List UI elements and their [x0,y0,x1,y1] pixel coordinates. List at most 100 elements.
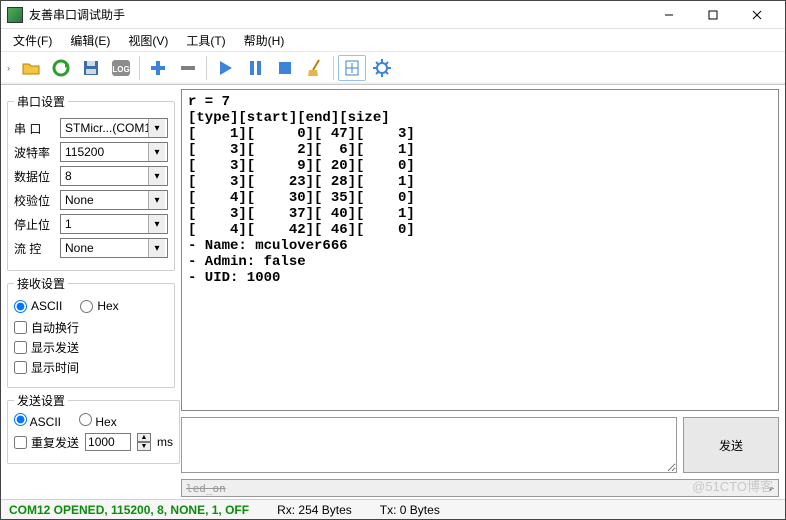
stopbits-value: 1 [65,217,72,231]
flow-label: 流 控 [14,240,54,257]
history-combo[interactable]: led_on [181,479,779,497]
flow-value: None [65,241,94,255]
show-send-option[interactable]: 显示发送 [14,339,168,356]
toolbar-separator [139,56,140,80]
stop-icon [275,58,295,78]
pause-icon [245,58,265,78]
save-icon [81,58,101,78]
window-controls [647,2,779,28]
svg-text:LOG: LOG [112,65,129,74]
menu-help[interactable]: 帮助(H) [238,30,291,51]
rx-ascii-option[interactable]: ASCII [14,299,62,313]
window-title: 友善串口调试助手 [29,6,125,23]
serial-settings-title: 串口设置 [14,93,68,110]
refresh-icon [51,58,71,78]
baud-value: 115200 [65,145,104,159]
tx-hex-option[interactable]: Hex [79,413,117,429]
remove-button[interactable] [174,55,202,81]
auto-wrap-checkbox[interactable] [14,321,27,334]
menu-edit[interactable]: 编辑(E) [64,30,116,51]
flow-combo[interactable]: None [60,238,168,258]
port-value: STMicr...(COM12 [65,121,158,135]
minus-icon [178,58,198,78]
tx-hex-radio[interactable] [79,413,92,426]
history-value: led_on [186,482,226,495]
minimize-icon [664,10,674,20]
right-panel: r = 7 [type][start][end][size] [ 1][ 0][… [181,85,785,501]
open-button[interactable] [17,55,45,81]
log-icon: LOG [110,58,132,78]
databits-value: 8 [65,169,72,183]
play-button[interactable] [211,55,239,81]
broom-icon [305,58,325,78]
databits-label: 数据位 [14,168,54,185]
rx-hex-radio[interactable] [80,300,93,313]
show-time-option[interactable]: 显示时间 [14,359,168,376]
left-panel: 串口设置 串 口 STMicr...(COM12 波特率 115200 数据位 … [1,85,181,501]
receive-settings-title: 接收设置 [14,275,68,292]
repeat-unit: ms [157,435,173,449]
status-rx: Rx: 254 Bytes [277,503,352,517]
databits-combo[interactable]: 8 [60,166,168,186]
close-button[interactable] [735,2,779,28]
baud-label: 波特率 [14,144,54,161]
menu-file[interactable]: 文件(F) [7,30,58,51]
toolbar-separator [206,56,207,80]
port-combo[interactable]: STMicr...(COM12 [60,118,168,138]
autoscroll-button[interactable] [338,55,366,81]
menu-bar: 文件(F) 编辑(E) 视图(V) 工具(T) 帮助(H) [1,29,785,51]
show-time-checkbox[interactable] [14,361,27,374]
stopbits-label: 停止位 [14,216,54,233]
send-settings-title: 发送设置 [14,392,68,409]
close-icon [752,10,762,20]
repeat-send-checkbox[interactable] [14,436,27,449]
status-tx: Tx: 0 Bytes [380,503,440,517]
save-button[interactable] [77,55,105,81]
main-area: 串口设置 串 口 STMicr...(COM12 波特率 115200 数据位 … [1,85,785,501]
menu-tools[interactable]: 工具(T) [180,30,231,51]
repeat-interval-spinner[interactable]: ▲ ▼ [137,433,151,451]
toolbar-separator [333,56,334,80]
parity-combo[interactable]: None [60,190,168,210]
rx-ascii-radio[interactable] [14,300,27,313]
rx-hex-option[interactable]: Hex [80,299,118,313]
tx-ascii-option[interactable]: ASCII [14,413,61,429]
autoscroll-icon [342,58,362,78]
send-settings-group: 发送设置 ASCII Hex 重复发送 ▲ ▼ ms [7,392,180,464]
serial-settings-group: 串口设置 串 口 STMicr...(COM12 波特率 115200 数据位 … [7,93,175,271]
parity-label: 校验位 [14,192,54,209]
app-icon [7,7,23,23]
maximize-button[interactable] [691,2,735,28]
refresh-button[interactable] [47,55,75,81]
maximize-icon [708,10,718,20]
plus-icon [148,58,168,78]
send-input[interactable] [181,417,677,473]
folder-open-icon [21,58,41,78]
chevron-up-icon[interactable]: ▲ [137,433,151,442]
status-bar: COM12 OPENED, 115200, 8, NONE, 1, OFF Rx… [1,499,785,519]
stopbits-combo[interactable]: 1 [60,214,168,234]
pause-button[interactable] [241,55,269,81]
chevron-down-icon[interactable]: ▼ [137,442,151,451]
repeat-send-option[interactable]: 重复发送 [14,434,79,451]
send-button[interactable]: 发送 [683,417,779,473]
port-label: 串 口 [14,120,54,137]
toolbar-overflow-left-icon: › [7,63,15,73]
receive-terminal[interactable]: r = 7 [type][start][end][size] [ 1][ 0][… [181,89,779,411]
receive-settings-group: 接收设置 ASCII Hex 自动换行 显示发送 显示时间 [7,275,175,388]
clear-button[interactable] [301,55,329,81]
auto-wrap-option[interactable]: 自动换行 [14,319,168,336]
tx-ascii-radio[interactable] [14,413,27,426]
stop-button[interactable] [271,55,299,81]
settings-button[interactable] [368,55,396,81]
gear-icon [372,58,392,78]
status-connection: COM12 OPENED, 115200, 8, NONE, 1, OFF [9,503,249,517]
minimize-button[interactable] [647,2,691,28]
add-button[interactable] [144,55,172,81]
log-button[interactable]: LOG [107,55,135,81]
show-send-checkbox[interactable] [14,341,27,354]
baud-combo[interactable]: 115200 [60,142,168,162]
repeat-interval-input[interactable] [85,433,131,451]
menu-view[interactable]: 视图(V) [122,30,174,51]
play-icon [215,58,235,78]
